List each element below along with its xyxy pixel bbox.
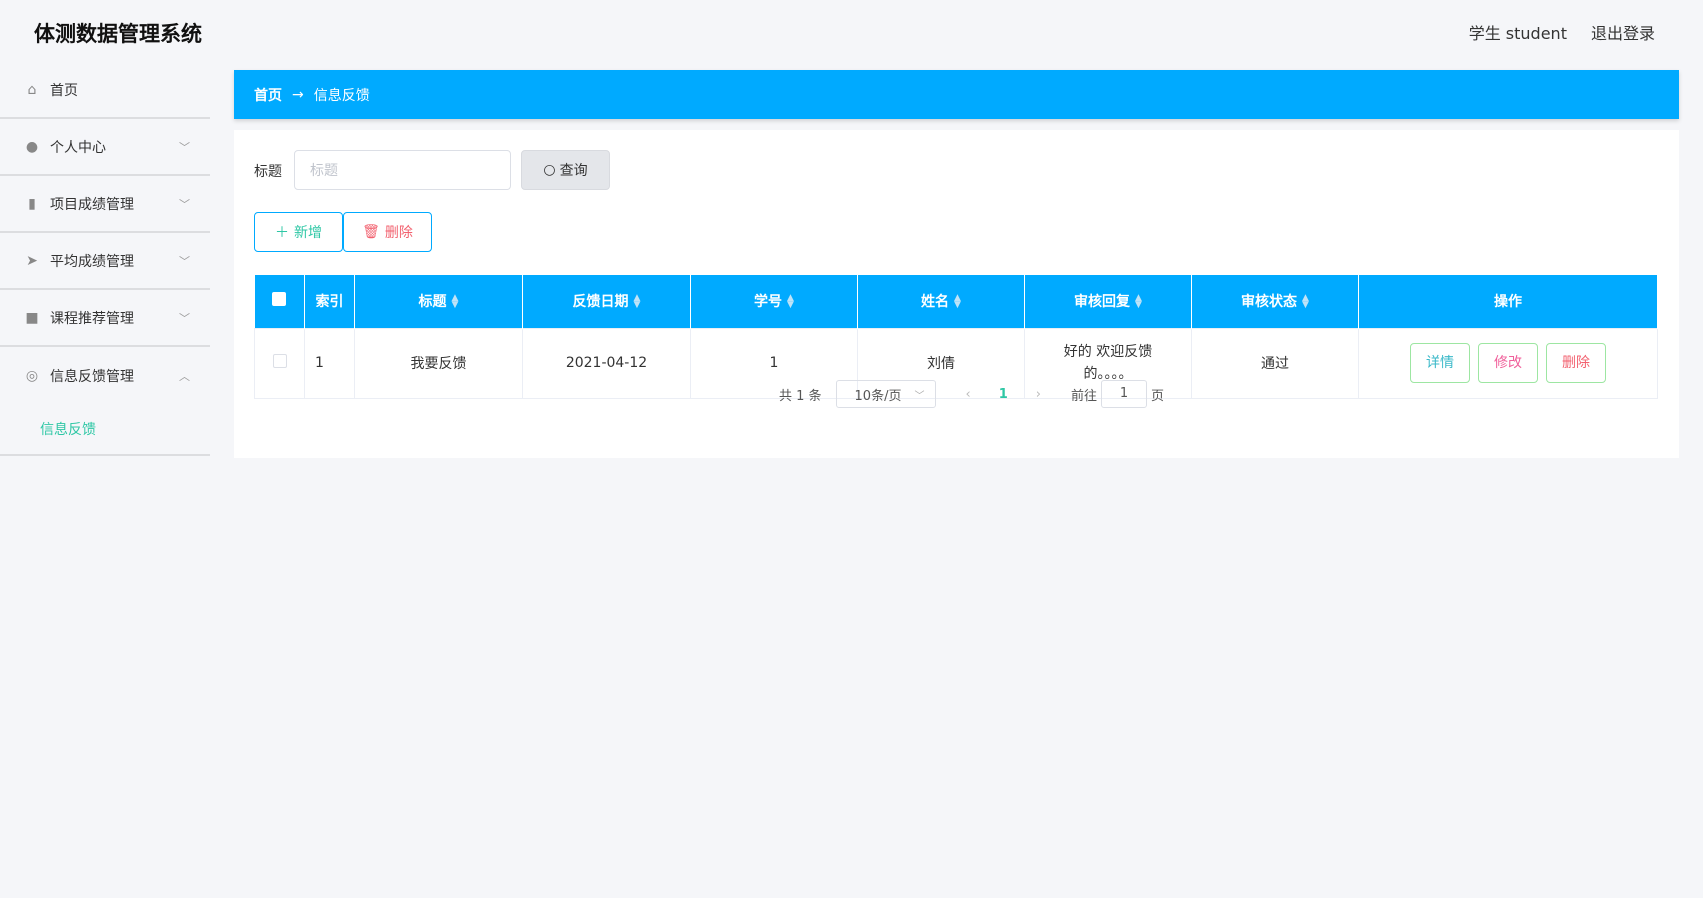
sidebar: ⌂ 首页 ● 个人中心 ﹀ ▮ 项目成绩管理 ﹀ ➤ 平均成绩管理 ﹀ ■ 课程推荐管理 ﹀ ◎ 信… [0, 62, 210, 898]
col-student-id[interactable]: 学号 ▲ ▼ [690, 275, 858, 328]
gauge-icon: ◎ [25, 367, 39, 384]
sidebar-item-label: 项目成绩管理 [50, 196, 134, 213]
breadcrumb-current: 信息反馈 [313, 87, 370, 104]
page-size-value: 10条/页 [854, 388, 902, 404]
col-label: 学号 [754, 294, 783, 311]
plus-icon: ＋ [275, 225, 289, 241]
sidebar-item-label: 首页 [50, 82, 78, 99]
search-icon: ○ [543, 162, 556, 178]
select-all-header [254, 275, 305, 328]
col-name[interactable]: 姓名 ▲ ▼ [857, 275, 1025, 328]
bar-chart-icon: ▮ [28, 195, 36, 212]
prev-page-icon[interactable]: ‹ [966, 387, 971, 402]
goto-label: 前往 [1070, 388, 1097, 404]
sort-icon[interactable]: ▲ ▼ [1302, 294, 1309, 310]
chevron-down-icon: ﹀ [179, 311, 190, 325]
sidebar-item-home[interactable]: ⌂ 首页 [0, 62, 210, 119]
page-suffix: 页 [1151, 388, 1165, 404]
col-date[interactable]: 反馈日期 ▲ ▼ [522, 275, 691, 328]
sidebar-item-label: 个人中心 [50, 139, 106, 156]
app-title: 体测数据管理系统 [34, 22, 202, 46]
delete-button-label: 删除 [384, 225, 413, 241]
search-button-label: 查询 [559, 163, 588, 179]
edit-button[interactable]: 修改 [1478, 343, 1538, 383]
col-actions: 操作 [1358, 275, 1658, 328]
chevron-down-icon: ﹀ [179, 140, 190, 154]
sort-icon[interactable]: ▲ ▼ [452, 294, 459, 310]
col-label: 审核状态 [1241, 294, 1298, 311]
send-icon: ➤ [26, 252, 38, 269]
col-label: 审核回复 [1074, 294, 1131, 311]
sidebar-item-feedback-management[interactable]: ◎ 信息反馈管理 ︿ [0, 347, 210, 404]
trash-icon: 🗑 [362, 224, 380, 240]
add-button[interactable]: ＋ 新增 [254, 212, 343, 252]
breadcrumb-separator: → [292, 86, 304, 103]
col-label: 姓名 [921, 294, 950, 311]
col-reply[interactable]: 审核回复 ▲ ▼ [1024, 275, 1192, 328]
sort-icon[interactable]: ▲ ▼ [1135, 294, 1142, 310]
sort-icon[interactable]: ▲ ▼ [954, 294, 961, 310]
goto-page-input[interactable]: 1 [1101, 380, 1147, 408]
col-label: 反馈日期 [572, 294, 629, 311]
col-status[interactable]: 审核状态 ▲ ▼ [1191, 275, 1359, 328]
page-size-select[interactable]: 10条/页 ﹀ [835, 380, 936, 408]
sidebar-item-profile[interactable]: ● 个人中心 ﹀ [0, 119, 210, 176]
chevron-up-icon: ︿ [179, 369, 190, 383]
sort-icon[interactable]: ▲ ▼ [787, 294, 794, 310]
sidebar-item-label: 信息反馈管理 [50, 368, 134, 385]
col-label: 标题 [418, 294, 447, 311]
sidebar-subitem-feedback[interactable]: 信息反馈 [0, 404, 210, 456]
sidebar-item-average-scores[interactable]: ➤ 平均成绩管理 ﹀ [0, 233, 210, 290]
detail-button[interactable]: 详情 [1410, 343, 1470, 383]
sort-icon[interactable]: ▲ ▼ [634, 294, 641, 310]
user-label: 学生 student [1468, 24, 1567, 43]
col-index: 索引 [304, 275, 355, 328]
sidebar-item-course-recommend[interactable]: ■ 课程推荐管理 ﹀ [0, 290, 210, 347]
sidebar-item-label: 课程推荐管理 [50, 310, 134, 327]
col-title[interactable]: 标题 ▲ ▼ [354, 275, 523, 328]
row-checkbox[interactable] [272, 354, 287, 368]
sidebar-item-label: 平均成绩管理 [50, 253, 134, 270]
home-icon: ⌂ [27, 81, 37, 98]
chevron-down-icon: ﹀ [914, 390, 925, 402]
breadcrumb: 首页 → 信息反馈 [234, 70, 1679, 119]
logout-link[interactable]: 退出登录 [1591, 20, 1655, 44]
select-all-checkbox[interactable] [272, 292, 287, 307]
search-button[interactable]: ○ 查询 [521, 150, 610, 190]
briefcase-icon: ■ [25, 309, 39, 326]
search-label: 标题 [254, 164, 282, 180]
pagination: 共 1 条 10条/页 ﹀ ‹ 1 › 前往 1 页 [234, 380, 1679, 408]
page-1[interactable]: 1 [999, 387, 1008, 402]
batch-delete-button[interactable]: 🗑 删除 [343, 212, 432, 252]
title-search-input[interactable] [294, 150, 511, 190]
next-page-icon[interactable]: › [1036, 387, 1041, 402]
user-icon: ● [25, 138, 39, 155]
row-delete-button[interactable]: 删除 [1546, 343, 1606, 383]
chevron-down-icon: ﹀ [179, 197, 190, 211]
sidebar-item-project-scores[interactable]: ▮ 项目成绩管理 ﹀ [0, 176, 210, 233]
add-button-label: 新增 [294, 225, 322, 241]
total-count: 共 1 条 [778, 388, 822, 404]
breadcrumb-home[interactable]: 首页 [254, 85, 282, 105]
content-card: 标题 ○查询 ＋新增 🗑删除 索引 标题▲▼ 反馈日期▲▼ 学号▲▼ 姓名▲▼ … [234, 130, 1679, 458]
chevron-down-icon: ﹀ [179, 254, 190, 268]
